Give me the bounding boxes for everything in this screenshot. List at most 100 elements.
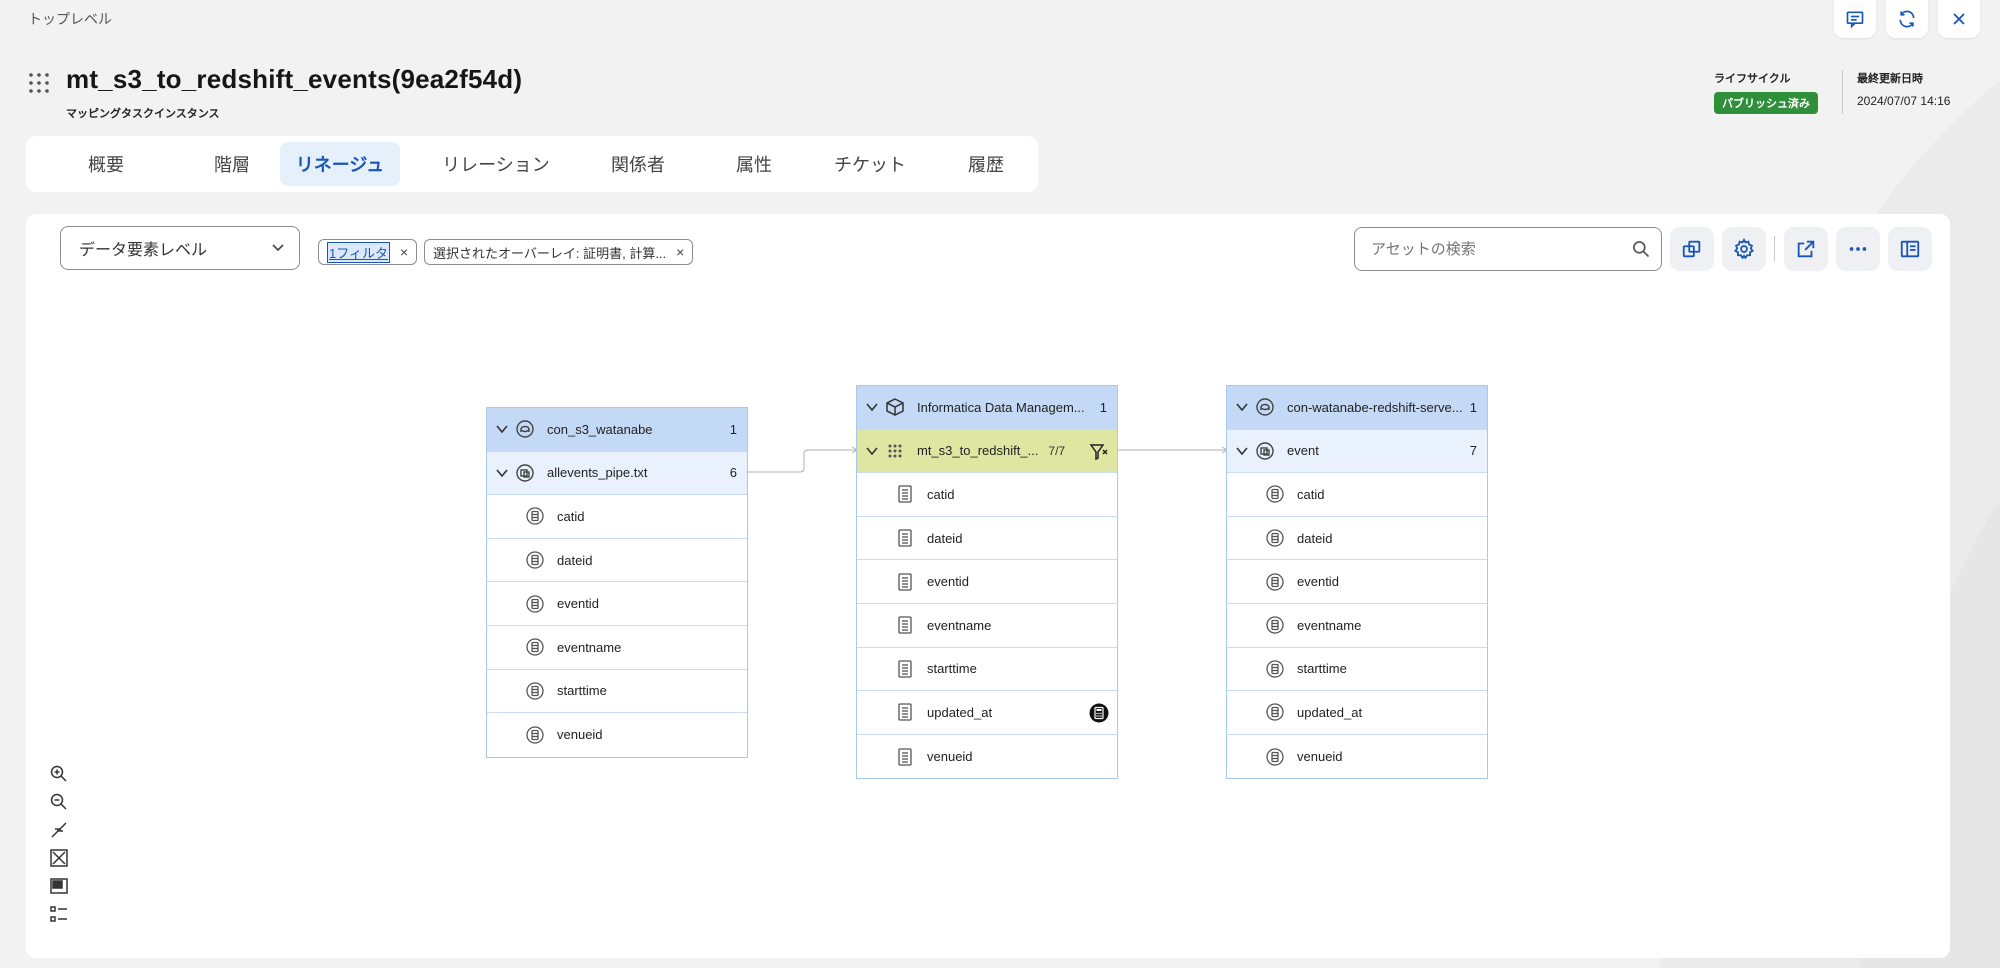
side-panel-button[interactable] <box>1888 227 1932 271</box>
filter-chip[interactable]: 1フィルタ × <box>318 239 418 265</box>
settings-button[interactable] <box>1722 227 1766 271</box>
source-field-row[interactable]: dateid <box>487 539 747 583</box>
field-name: eventid <box>927 574 969 590</box>
field-name: eventid <box>557 596 599 612</box>
column-icon <box>1266 485 1284 504</box>
transform-field-row[interactable]: dateid <box>857 517 1117 561</box>
field-name: venueid <box>1297 749 1343 765</box>
tab-bar: 概要 階層 リネージュ リレーション 関係者 属性 チケット 履歴 <box>26 136 1038 192</box>
more-horizontal-icon <box>1849 247 1867 251</box>
package-icon <box>886 398 904 417</box>
minimap-icon[interactable] <box>49 876 69 896</box>
filter-chip-label: 1フィルタ <box>327 241 390 263</box>
close-icon <box>1953 13 1965 25</box>
field-name: starttime <box>557 683 607 699</box>
transform-field-row[interactable]: eventid <box>857 560 1117 604</box>
status-badge: パブリッシュ済み <box>1714 92 1818 114</box>
search-input[interactable] <box>1371 240 1611 258</box>
top-actions <box>1834 0 1980 38</box>
transform-connection-row[interactable]: Informatica Data Managem... 1 <box>857 386 1117 430</box>
copy-icon <box>1682 240 1701 258</box>
transform-field-row[interactable]: updated_at <box>857 691 1117 735</box>
search-icon[interactable] <box>1631 239 1651 259</box>
source-connection-label: con_s3_watanabe <box>547 421 653 437</box>
field-doc-icon <box>898 485 912 504</box>
tab-stakeholders[interactable]: 関係者 <box>586 142 690 186</box>
page-subtitle: マッピングタスクインスタンス <box>66 108 220 120</box>
source-field-row[interactable]: starttime <box>487 670 747 714</box>
column-icon <box>526 726 544 744</box>
target-field-row[interactable]: eventid <box>1227 560 1487 604</box>
comment-button[interactable] <box>1834 0 1876 38</box>
zoom-out-icon[interactable] <box>49 792 69 812</box>
column-icon <box>526 682 544 700</box>
copy-button[interactable] <box>1670 227 1714 271</box>
chevron-down-icon[interactable] <box>495 466 509 480</box>
target-object-row[interactable]: event 7 <box>1227 429 1487 474</box>
meta-divider <box>1842 70 1843 114</box>
transform-field-row[interactable]: eventname <box>857 604 1117 648</box>
target-connection-row[interactable]: con-watanabe-redshift-serve... 1 <box>1227 386 1487 430</box>
target-field-row[interactable]: eventname <box>1227 604 1487 648</box>
chevron-down-icon[interactable] <box>1235 400 1249 414</box>
target-field-row[interactable]: dateid <box>1227 517 1487 561</box>
chevron-down-icon[interactable] <box>1235 444 1249 458</box>
transform-field-row[interactable]: venueid <box>857 735 1117 779</box>
transform-object-row[interactable]: mt_s3_to_redshift_... 7/7 <box>857 429 1117 474</box>
tab-relations[interactable]: リレーション <box>424 142 568 186</box>
source-object-row[interactable]: allevents_pipe.txt 6 <box>487 451 747 496</box>
open-external-button[interactable] <box>1784 227 1828 271</box>
field-name: dateid <box>1297 530 1333 546</box>
overlay-chip-remove-icon[interactable]: × <box>676 244 684 260</box>
filter-icon[interactable] <box>1089 442 1109 462</box>
filter-chip-remove-icon[interactable]: × <box>400 244 408 260</box>
field-doc-icon <box>898 703 912 722</box>
transform-node: Informatica Data Managem... 1 mt_s3_to_r… <box>856 385 1118 780</box>
target-field-row[interactable]: catid <box>1227 473 1487 517</box>
mapping-task-icon <box>888 444 902 458</box>
tab-tickets[interactable]: チケット <box>818 142 922 186</box>
target-object-label: event <box>1287 443 1319 459</box>
target-field-row[interactable]: updated_at <box>1227 691 1487 735</box>
field-name: catid <box>927 486 955 502</box>
breadcrumb[interactable]: トップレベル <box>28 9 112 29</box>
tab-hierarchy[interactable]: 階層 <box>180 142 284 186</box>
more-options-button[interactable] <box>1836 227 1880 271</box>
source-field-row[interactable]: venueid <box>487 713 747 757</box>
side-panel-icon <box>1900 240 1920 258</box>
tab-lineage[interactable]: リネージュ <box>280 142 400 186</box>
transform-field-row[interactable]: starttime <box>857 648 1117 692</box>
target-field-row[interactable]: venueid <box>1227 735 1487 779</box>
chevron-down-icon[interactable] <box>865 444 879 458</box>
source-connection-row[interactable]: con_s3_watanabe 1 <box>487 408 747 452</box>
source-field-row[interactable]: eventname <box>487 626 747 670</box>
source-field-row[interactable]: catid <box>487 495 747 539</box>
overlay-chip[interactable]: 選択されたオーバーレイ: 証明書, 計算... × <box>424 239 694 265</box>
zoom-in-icon[interactable] <box>49 764 69 784</box>
target-field-row[interactable]: starttime <box>1227 648 1487 692</box>
close-button[interactable] <box>1938 0 1980 38</box>
refresh-button[interactable] <box>1886 0 1928 38</box>
updated-value: 2024/07/07 14:16 <box>1857 94 1951 108</box>
page-title: mt_s3_to_redshift_events(9ea2f54d) <box>66 64 523 94</box>
calculator-icon[interactable] <box>1089 703 1109 723</box>
tab-attributes[interactable]: 属性 <box>702 142 806 186</box>
tab-history[interactable]: 履歴 <box>934 142 1038 186</box>
collapse-icon[interactable] <box>49 820 69 840</box>
table-object-icon <box>1256 442 1274 460</box>
legend-icon[interactable] <box>49 904 69 924</box>
drag-grip-icon <box>29 73 49 93</box>
field-name: eventname <box>927 617 992 633</box>
chevron-down-icon[interactable] <box>865 400 879 414</box>
transform-field-row[interactable]: catid <box>857 473 1117 517</box>
chevron-down-icon[interactable] <box>495 422 509 436</box>
level-select[interactable]: データ要素レベル <box>60 226 300 270</box>
gear-icon <box>1734 238 1754 260</box>
column-icon <box>1266 703 1284 722</box>
field-name: starttime <box>1297 661 1347 677</box>
fit-to-screen-icon[interactable] <box>49 848 69 868</box>
chevron-down-icon <box>272 244 284 252</box>
field-name: eventname <box>1297 617 1362 633</box>
source-field-row[interactable]: eventid <box>487 582 747 626</box>
tab-overview[interactable]: 概要 <box>54 142 158 186</box>
